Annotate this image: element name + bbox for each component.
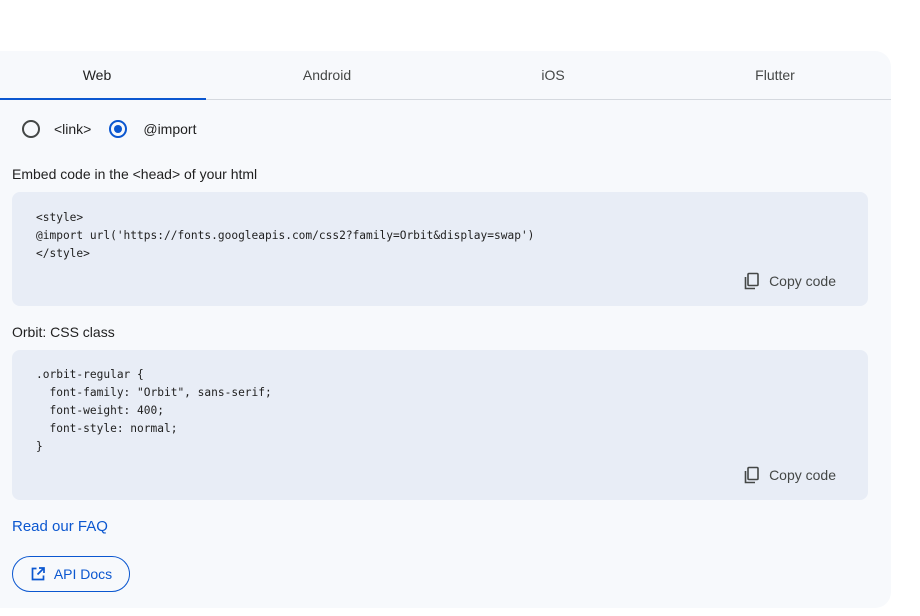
link-radio-label[interactable]: <link>	[54, 121, 91, 137]
copy-icon	[744, 466, 759, 484]
embed-code: <style> @import url('https://fonts.googl…	[36, 211, 535, 260]
embed-code-block: <style> @import url('https://fonts.googl…	[12, 192, 868, 306]
copy-embed-code-button[interactable]: Copy code	[743, 272, 836, 290]
embed-section-label: Embed code in the <head> of your html	[12, 166, 258, 182]
faq-link[interactable]: Read our FAQ	[12, 518, 108, 535]
api-docs-label: API Docs	[53, 566, 113, 582]
api-docs-button[interactable]: API Docs	[12, 556, 130, 592]
css-section-label: Orbit: CSS class	[12, 324, 115, 340]
font-embed-panel: Web Android iOS Flutter <link> @import E…	[0, 51, 891, 608]
css-code: .orbit-regular { font-family: "Orbit", s…	[36, 368, 272, 453]
copy-embed-code-label: Copy code	[769, 273, 836, 289]
embed-type-selector: <link> @import	[22, 118, 196, 140]
tab-web[interactable]: Web	[0, 51, 194, 99]
open-in-new-icon	[31, 567, 45, 581]
tab-android[interactable]: Android	[224, 51, 430, 99]
copy-css-code-label: Copy code	[769, 467, 836, 483]
platform-tabs: Web Android iOS Flutter	[0, 51, 891, 100]
copy-icon	[744, 272, 759, 290]
import-radio-label[interactable]: @import	[143, 121, 196, 137]
import-radio[interactable]	[109, 120, 128, 138]
active-tab-indicator	[0, 98, 206, 100]
tab-flutter[interactable]: Flutter	[672, 51, 878, 99]
css-code-block: .orbit-regular { font-family: "Orbit", s…	[12, 350, 868, 500]
link-radio[interactable]	[22, 120, 40, 138]
tab-ios[interactable]: iOS	[450, 51, 656, 99]
copy-css-code-button[interactable]: Copy code	[743, 466, 836, 484]
